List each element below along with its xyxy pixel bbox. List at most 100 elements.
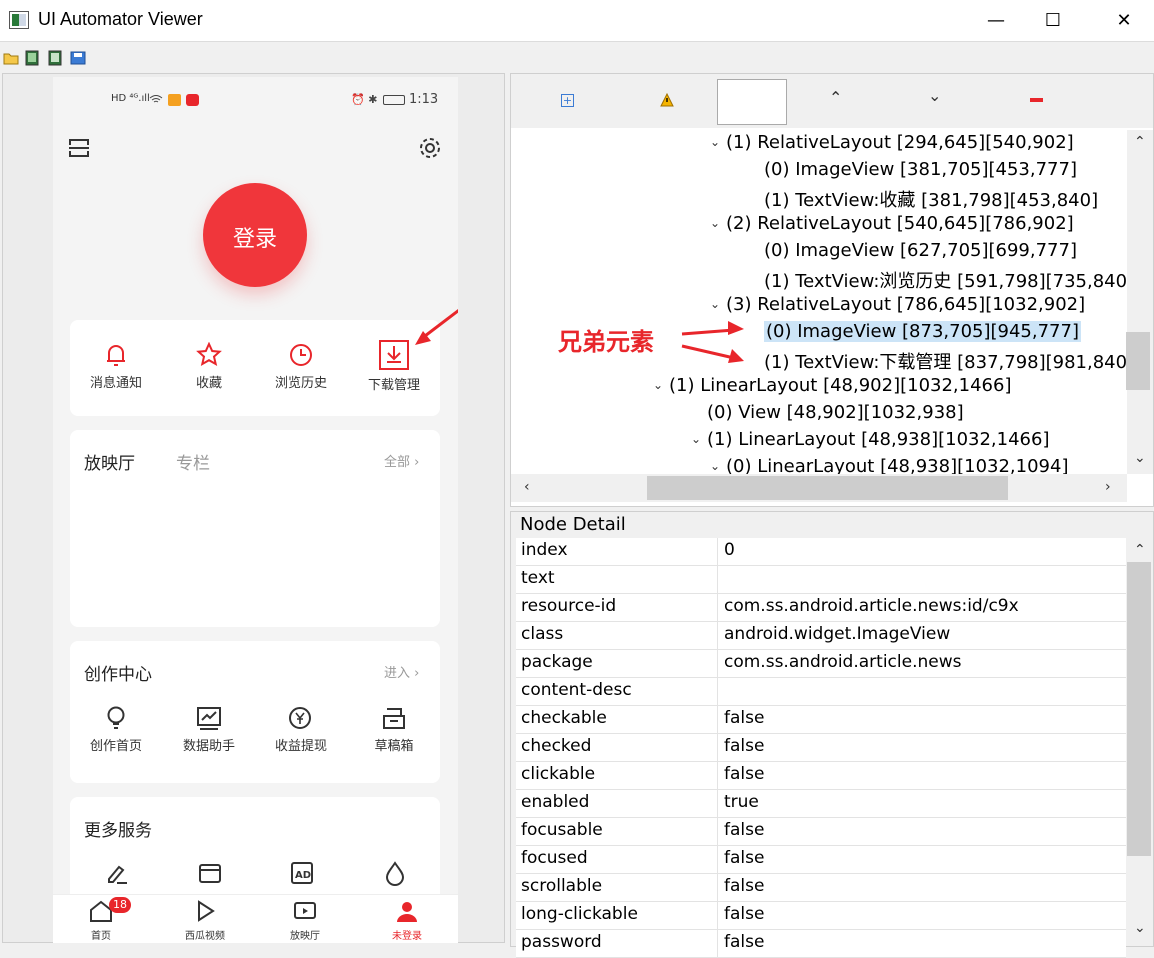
detail-row[interactable]: checkable false <box>516 706 1126 734</box>
detail-row[interactable]: scrollable false <box>516 874 1126 902</box>
scroll-down-icon[interactable]: ⌄ <box>1134 450 1146 466</box>
detail-value: false <box>724 848 765 868</box>
tree-expand-caret-icon[interactable]: ⌄ <box>710 135 720 149</box>
tree-node[interactable]: (1) TextView:收藏 [381,798][453,840] <box>764 186 1098 212</box>
previous-match-icon[interactable]: ⌃ <box>829 88 842 107</box>
scroll-right-icon[interactable]: › <box>1105 479 1111 495</box>
column-divider <box>717 650 718 678</box>
detail-value: false <box>724 820 765 840</box>
tree-node[interactable]: (0) ImageView [873,705][945,777] <box>764 321 1081 342</box>
detail-key: package <box>521 652 593 672</box>
settings-gear-icon[interactable] <box>418 136 442 160</box>
tree-node[interactable]: (1) LinearLayout [48,938][1032,1466] <box>707 429 1049 450</box>
tree-node[interactable]: (1) TextView:下载管理 [837,798][981,840] <box>764 348 1134 374</box>
collapse-icon[interactable] <box>1030 98 1043 102</box>
detail-row[interactable]: clickable false <box>516 762 1126 790</box>
detail-row[interactable]: checked false <box>516 734 1126 762</box>
detail-value: false <box>724 708 765 728</box>
tree-expand-caret-icon[interactable]: ⌄ <box>653 378 663 392</box>
search-input[interactable] <box>717 79 787 125</box>
theater-all-link[interactable]: 全部 › <box>384 451 419 470</box>
save-icon[interactable] <box>70 51 86 65</box>
next-match-icon[interactable]: ⌄ <box>928 86 941 105</box>
open-folder-icon[interactable] <box>3 51 19 65</box>
scroll-up-icon[interactable]: ⌃ <box>1134 134 1146 150</box>
column-divider <box>717 622 718 650</box>
quick-item-favorites[interactable]: 收藏 <box>163 342 255 391</box>
window-title: UI Automator Viewer <box>38 9 203 29</box>
creator-enter-link[interactable]: 进入 › <box>384 662 419 681</box>
login-label: 登录 <box>232 227 277 252</box>
detail-row[interactable]: enabled true <box>516 790 1126 818</box>
detail-scroll-up-icon[interactable]: ⌃ <box>1134 542 1146 558</box>
tree-node[interactable]: (1) LinearLayout [48,902][1032,1466] <box>669 375 1011 396</box>
tree-node[interactable]: (1) TextView:浏览历史 [591,798][735,840] <box>764 267 1134 293</box>
tree-node[interactable]: (1) RelativeLayout [294,645][540,902] <box>726 132 1074 153</box>
quick-item-history[interactable]: 浏览历史 <box>255 342 347 391</box>
detail-vertical-thumb[interactable] <box>1127 562 1151 856</box>
login-button[interactable]: 登录 <box>203 183 307 287</box>
creator-item-data[interactable]: 数据助手 <box>163 705 255 754</box>
nav-theater[interactable]: 放映厅 <box>277 899 333 942</box>
tab-column[interactable]: 专栏 <box>176 449 210 474</box>
tree-expand-caret-icon[interactable]: ⌄ <box>691 432 701 446</box>
drop-icon[interactable] <box>383 861 407 887</box>
tree-vertical-scrollbar[interactable] <box>1127 130 1153 474</box>
detail-key: resource-id <box>521 596 617 616</box>
detail-row[interactable]: package com.ss.android.article.news <box>516 650 1126 678</box>
tree-node[interactable]: (0) View [48,902][1032,938] <box>707 402 964 423</box>
detail-row[interactable]: focusable false <box>516 818 1126 846</box>
edit-icon[interactable] <box>105 861 129 885</box>
maximize-button[interactable]: ☐ <box>1023 4 1083 38</box>
creator-item-home[interactable]: 创作首页 <box>70 705 162 754</box>
device-screenshot[interactable]: HD ⁴ᴳ.ıll ⏰ ✱ 1:13 登录 消息通知 收藏 浏览历史 下载管理 … <box>53 77 458 943</box>
detail-value: true <box>724 792 759 812</box>
yuan-icon <box>289 707 311 729</box>
detail-row[interactable]: class android.widget.ImageView <box>516 622 1126 650</box>
tree-vertical-thumb[interactable] <box>1126 332 1150 390</box>
detail-row[interactable]: content-desc <box>516 678 1126 706</box>
minimize-button[interactable]: — <box>966 4 1026 38</box>
svg-text:AD: AD <box>295 870 311 881</box>
bell-icon <box>107 345 125 366</box>
scroll-left-icon[interactable]: ‹ <box>524 479 530 495</box>
detail-row[interactable]: focused false <box>516 846 1126 874</box>
tree-horizontal-thumb[interactable] <box>647 476 1008 500</box>
nav-profile[interactable]: 未登录 <box>379 899 435 942</box>
detail-value: false <box>724 764 765 784</box>
wallet-icon[interactable] <box>198 861 222 885</box>
expand-all-icon[interactable]: + <box>561 94 574 107</box>
detail-key: class <box>521 624 564 644</box>
creator-item-drafts[interactable]: 草稿箱 <box>348 705 440 754</box>
scan-icon[interactable] <box>68 137 90 159</box>
nav-xigua-video[interactable]: 西瓜视频 <box>177 899 233 942</box>
tree-node[interactable]: (0) ImageView [627,705][699,777] <box>764 240 1077 261</box>
warning-icon[interactable] <box>660 93 674 107</box>
detail-row[interactable]: password false <box>516 930 1126 958</box>
tree-node[interactable]: (0) ImageView [381,705][453,777] <box>764 159 1077 180</box>
column-divider <box>717 790 718 818</box>
device-screenshot-icon[interactable] <box>24 50 40 66</box>
tree-expand-caret-icon[interactable]: ⌄ <box>710 297 720 311</box>
tree-expand-caret-icon[interactable]: ⌄ <box>710 216 720 230</box>
close-button[interactable]: ✕ <box>1094 4 1154 38</box>
detail-value: com.ss.android.article.news:id/c9x <box>724 596 1019 616</box>
play-icon <box>198 900 215 922</box>
column-divider <box>717 930 718 958</box>
tree-node[interactable]: (2) RelativeLayout [540,645][786,902] <box>726 213 1074 234</box>
detail-key: content-desc <box>521 680 632 700</box>
device-screenshot-compressed-icon[interactable] <box>47 50 63 66</box>
tree-node[interactable]: (3) RelativeLayout [786,645][1032,902] <box>726 294 1085 315</box>
detail-row[interactable]: resource-id com.ss.android.article.news:i… <box>516 594 1126 622</box>
ad-icon[interactable]: AD <box>290 861 316 887</box>
detail-row[interactable]: text <box>516 566 1126 594</box>
tree-expand-caret-icon[interactable]: ⌄ <box>710 459 720 473</box>
detail-key: focused <box>521 848 588 868</box>
tab-theater[interactable]: 放映厅 <box>84 449 135 474</box>
detail-row[interactable]: index 0 <box>516 538 1126 566</box>
creator-item-earnings[interactable]: 收益提现 <box>255 705 347 754</box>
detail-row[interactable]: long-clickable false <box>516 902 1126 930</box>
detail-value: com.ss.android.article.news <box>724 652 962 672</box>
quick-item-messages[interactable]: 消息通知 <box>70 342 162 391</box>
detail-scroll-down-icon[interactable]: ⌄ <box>1134 920 1146 936</box>
